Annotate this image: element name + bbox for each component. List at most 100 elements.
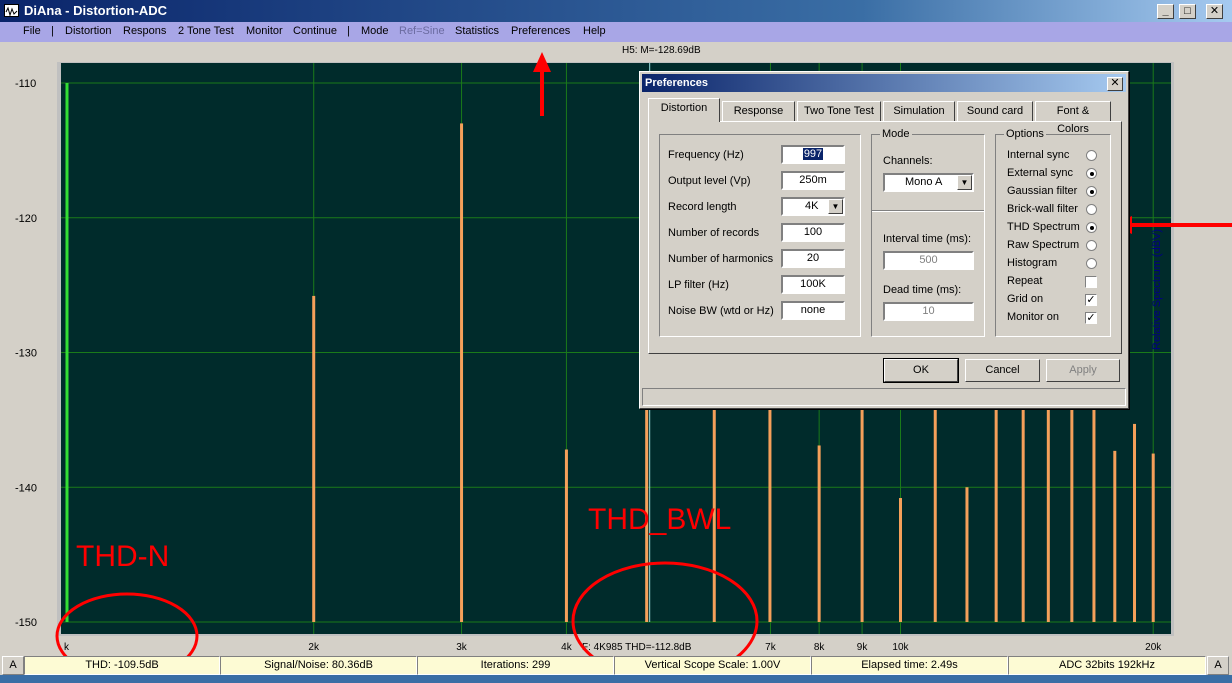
option-gaussian-filter-label: Gaussian filter	[1007, 185, 1078, 197]
x-tick-label: 4k	[561, 642, 573, 653]
frequency-field[interactable]: 997	[781, 145, 845, 164]
harmonic-bar	[898, 498, 902, 622]
x-tick-label: 8k	[814, 642, 826, 653]
mode-divider	[872, 210, 984, 212]
dialog-title: Preferences	[645, 77, 708, 89]
option-external-sync-radio[interactable]	[1086, 168, 1097, 179]
option-internal-sync-radio[interactable]	[1086, 150, 1097, 161]
option-thd-spectrum-label: THD Spectrum	[1007, 221, 1080, 233]
options-group: Options Internal sync External sync Gaussi…	[995, 128, 1111, 337]
harmonic-bar	[1133, 423, 1137, 622]
harmonic-bar	[965, 487, 969, 622]
tab-simulation[interactable]: Simulation	[883, 101, 955, 121]
option-grid-on-label: Grid on	[1007, 293, 1044, 305]
option-brick-wall-filter-radio[interactable]	[1086, 204, 1097, 215]
option-thd-spectrum-radio[interactable]	[1086, 222, 1097, 233]
record-length-value: 4K	[805, 200, 819, 212]
tab-distortion[interactable]: Distortion	[648, 98, 720, 122]
option-histogram-label: Histogram	[1007, 257, 1058, 269]
option-monitor-on-checkbox[interactable]: ✓	[1085, 312, 1097, 324]
thd-n-annotation: THD-N	[76, 540, 170, 573]
chevron-down-icon[interactable]: ▼	[957, 175, 972, 190]
record-length-label: Record length	[668, 201, 737, 213]
status-thd: THD: -109.5dB	[24, 656, 220, 675]
chevron-down-icon[interactable]: ▼	[828, 199, 843, 214]
options-group-title: Options	[1004, 128, 1046, 140]
option-internal-sync-label: Internal sync	[1007, 149, 1070, 161]
channels-select[interactable]: Mono A ▼	[883, 173, 974, 192]
tab-response[interactable]: Response	[722, 101, 795, 121]
frequency-label: Frequency (Hz)	[668, 149, 744, 161]
apply-button[interactable]: Apply	[1046, 359, 1120, 382]
harmonic-bar	[564, 449, 568, 622]
mode-group: Mode Channels: Mono A ▼ Interval time (m…	[871, 128, 985, 337]
option-raw-spectrum-label: Raw Spectrum	[1007, 239, 1080, 251]
noise-bw-label: Noise BW (wtd or Hz)	[668, 305, 774, 317]
status-elapsed-time: Elapsed time: 2.49s	[811, 656, 1008, 675]
lp-filter-field[interactable]: 100K	[781, 275, 845, 294]
dialog-title-bar: Preferences ✕	[642, 74, 1126, 92]
ok-button[interactable]: OK	[883, 358, 959, 383]
x-tick-label: 20k	[1145, 642, 1162, 653]
x-tick-label: 9k	[857, 642, 869, 653]
channels-value: Mono A	[905, 176, 943, 188]
tab-page-distortion: Frequency (Hz) 997 Output level (Vp) 250…	[648, 121, 1122, 354]
option-gaussian-filter-radio[interactable]	[1086, 186, 1097, 197]
dialog-status-strip	[642, 388, 1126, 406]
number-of-records-label: Number of records	[668, 227, 760, 239]
option-repeat-checkbox[interactable]	[1085, 276, 1097, 288]
y-axis-side-label: Relative Spectrum (dBV)	[1151, 228, 1163, 350]
y-tick-label: -110	[15, 78, 36, 90]
parameters-group: Frequency (Hz) 997 Output level (Vp) 250…	[659, 134, 861, 337]
thd-bwl-annotation: THD_BWL	[588, 503, 732, 536]
dialog-close-icon[interactable]: ✕	[1107, 77, 1123, 91]
y-tick-label: -140	[15, 482, 37, 494]
option-brick-wall-filter-label: Brick-wall filter	[1007, 203, 1078, 215]
option-repeat-label: Repeat	[1007, 275, 1043, 287]
number-of-records-field[interactable]: 100	[781, 223, 845, 242]
number-of-harmonics-label: Number of harmonics	[668, 253, 774, 265]
output-level-label: Output level (Vp)	[668, 175, 751, 187]
status-signal-noise: Signal/Noise: 80.36dB	[220, 656, 417, 675]
cancel-button[interactable]: Cancel	[965, 359, 1040, 382]
x-tick-label: 3k	[456, 642, 468, 653]
dead-time-field[interactable]: 10	[883, 302, 974, 321]
harmonic-bar	[460, 123, 464, 623]
y-tick-label: -150	[15, 617, 37, 629]
harmonic-bar	[817, 445, 821, 622]
tab-font-colors[interactable]: Font & Colors	[1035, 101, 1111, 135]
record-length-select[interactable]: 4K ▼	[781, 197, 845, 216]
dead-time-label: Dead time (ms):	[883, 284, 962, 296]
preferences-dialog: Preferences ✕ Distortion Response Two To…	[639, 71, 1129, 409]
option-external-sync-label: External sync	[1007, 167, 1074, 179]
tab-two-tone-test[interactable]: Two Tone Test	[797, 101, 881, 121]
y-tick-label: -120	[15, 213, 37, 225]
x-tick-label: 10k	[892, 642, 909, 653]
status-iterations: Iterations: 299	[417, 656, 614, 675]
option-grid-on-checkbox[interactable]: ✓	[1085, 294, 1097, 306]
option-histogram-radio[interactable]	[1086, 258, 1097, 269]
mode-group-title: Mode	[880, 128, 912, 140]
channels-label: Channels:	[883, 155, 933, 167]
noise-bw-field[interactable]: none	[781, 301, 845, 320]
option-monitor-on-label: Monitor on	[1007, 311, 1059, 323]
harmonic-bar	[312, 295, 316, 622]
interval-time-label: Interval time (ms):	[883, 233, 972, 245]
x-tick-label: 2k	[308, 642, 320, 653]
cursor-readout: F: 4K985 THD=-112.8dB	[582, 642, 692, 653]
right-mode-indicator[interactable]: A	[1207, 656, 1229, 675]
y-tick-label: -130	[15, 348, 37, 360]
taskbar-strip	[0, 675, 1232, 683]
tab-sound-card[interactable]: Sound card	[957, 101, 1033, 121]
option-raw-spectrum-radio[interactable]	[1086, 240, 1097, 251]
status-vertical-scale: Vertical Scope Scale: 1.00V	[614, 656, 811, 675]
harmonic-bar	[1113, 450, 1117, 622]
status-adc-info: ADC 32bits 192kHz	[1008, 656, 1206, 675]
x-tick-label: k	[64, 642, 70, 653]
left-mode-indicator[interactable]: A	[2, 656, 24, 675]
number-of-harmonics-field[interactable]: 20	[781, 249, 845, 268]
output-level-field[interactable]: 250m	[781, 171, 845, 190]
interval-time-field[interactable]: 500	[883, 251, 974, 270]
status-bar: A THD: -109.5dB Signal/Noise: 80.36dB It…	[0, 656, 1232, 675]
lp-filter-label: LP filter (Hz)	[668, 279, 729, 291]
